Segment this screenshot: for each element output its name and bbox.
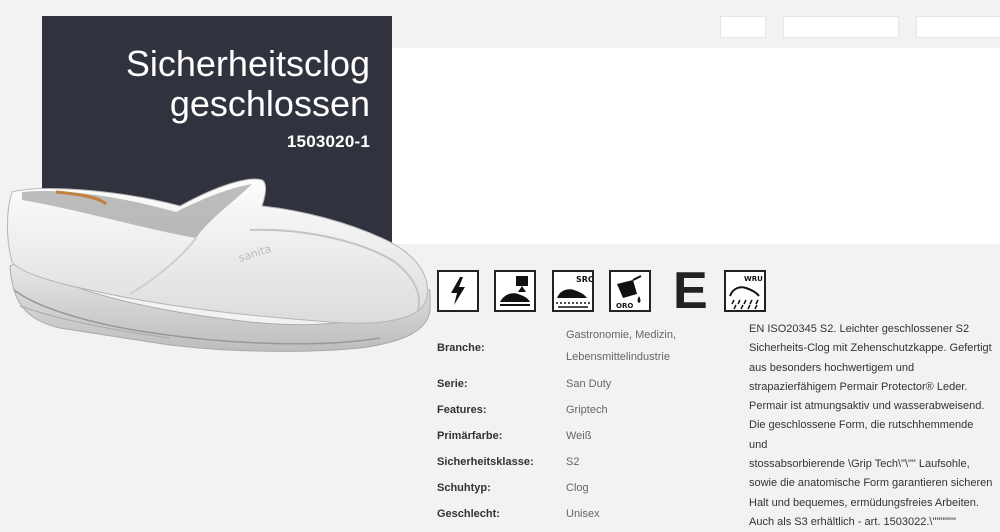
- energy-absorption-icon: E: [673, 265, 713, 317]
- spec-value: Griptech: [566, 404, 608, 416]
- title-line-1: Sicherheitsclog: [125, 43, 370, 84]
- water-resistant-icon: WRU: [724, 270, 766, 312]
- description-line: Sicherheits-Clog mit Zehenschutzkappe. G…: [749, 342, 992, 355]
- description-line: strapazierfähigem Permair Protector® Led…: [749, 380, 968, 393]
- spec-label: Schuhtyp:: [437, 482, 491, 494]
- electrical-hazard-icon: [437, 270, 479, 312]
- spec-label: Branche:: [437, 342, 485, 354]
- top-nav-button-2[interactable]: [783, 16, 899, 38]
- media-panel: [392, 48, 1000, 244]
- oil-resistant-icon: ORO: [609, 270, 651, 312]
- spec-value: S2: [566, 456, 580, 468]
- description-line: Auch als S3 erhältlich - art. 1503022.\"…: [749, 515, 956, 528]
- product-image-clog[interactable]: sanita: [0, 170, 440, 370]
- toe-cap-icon: [494, 270, 536, 312]
- spec-label: Primärfarbe:: [437, 430, 503, 442]
- product-title: Sicherheitsclog geschlossen: [50, 44, 370, 124]
- title-line-2: geschlossen: [169, 83, 370, 124]
- spec-value: Unisex: [566, 508, 600, 520]
- wru-label: WRU: [744, 275, 763, 283]
- top-nav-button-1[interactable]: [720, 16, 766, 38]
- product-sku: 1503020-1: [286, 132, 370, 151]
- description-line: aus besonders hochwertigem und: [749, 361, 915, 374]
- spec-value: Gastronomie, Medizin, Lebensmittelindust…: [566, 324, 716, 368]
- top-nav-button-3[interactable]: [916, 16, 1000, 38]
- oro-label: ORO: [616, 302, 633, 310]
- spec-label: Serie:: [437, 378, 468, 390]
- description-line: EN ISO20345 S2. Leichter geschlossener S…: [749, 323, 970, 335]
- spec-label: Geschlecht:: [437, 508, 500, 520]
- spec-label: Features:: [437, 404, 487, 416]
- description-line: stossabsorbierende \Grip Tech\"\"" Laufs…: [749, 458, 970, 471]
- src-label: SRC: [576, 275, 592, 284]
- spec-value-line: Gastronomie, Medizin,: [566, 329, 677, 341]
- description-line: sowie die anatomische Form garantieren s…: [749, 477, 993, 490]
- spec-value: Weiß: [566, 430, 592, 442]
- description-line: Die geschlossene Form, die rutschhemmend…: [749, 419, 974, 451]
- spec-value: San Duty: [566, 378, 612, 390]
- spec-value-line: Lebensmittelindustrie: [566, 351, 670, 363]
- description-line: Halt und bequemes, ermüdungsfreies Arbei…: [749, 496, 979, 509]
- src-slip-resistance-icon: SRC: [552, 270, 594, 312]
- energy-absorption-label: E: [673, 262, 708, 320]
- description-line: Permair ist atmungsaktiv und wasserabwei…: [749, 400, 985, 413]
- spec-value: Clog: [566, 482, 589, 494]
- product-description: EN ISO20345 S2. Leichter geschlossener S…: [749, 320, 994, 532]
- spec-label: Sicherheitsklasse:: [437, 456, 534, 468]
